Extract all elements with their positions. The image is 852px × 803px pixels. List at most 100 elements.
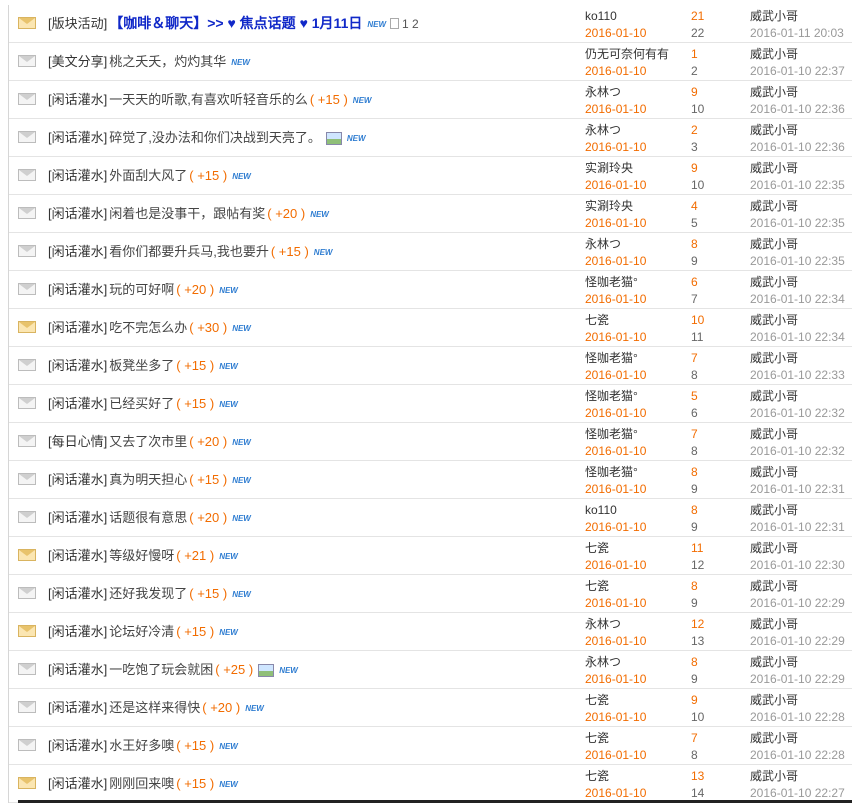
last-post-time[interactable]: 2016-01-10 22:29	[750, 595, 845, 611]
thread-category[interactable]: [闲话灌水]	[48, 472, 107, 487]
last-post-time[interactable]: 2016-01-10 22:28	[750, 709, 845, 725]
thread-title-link[interactable]: 桃之夭夭，灼灼其华	[109, 54, 226, 69]
thread-title-link[interactable]: 吃不完怎么办	[109, 320, 187, 335]
last-post-time[interactable]: 2016-01-10 22:27	[750, 785, 845, 801]
thread-title-link[interactable]: 玩的可好啊	[109, 282, 174, 297]
author-name[interactable]: 七瓷	[585, 578, 646, 594]
last-post-time[interactable]: 2016-01-10 22:31	[750, 481, 845, 497]
reply-count[interactable]: 2	[691, 122, 698, 138]
thread-title-link[interactable]: 看你们都要升兵马,我也要升	[109, 244, 269, 259]
reply-count[interactable]: 10	[691, 312, 704, 328]
last-post-time[interactable]: 2016-01-10 22:32	[750, 405, 845, 421]
thread-title-link[interactable]: 已经买好了	[109, 396, 174, 411]
last-post-time[interactable]: 2016-01-10 22:35	[750, 177, 845, 193]
thread-title-link[interactable]: 碎觉了,没办法和你们决战到天亮了。	[109, 130, 321, 145]
reply-count[interactable]: 13	[691, 768, 704, 784]
reply-count[interactable]: 21	[691, 8, 704, 24]
reply-count[interactable]: 7	[691, 730, 698, 746]
author-name[interactable]: 永林つ	[585, 236, 646, 252]
reply-count[interactable]: 1	[691, 46, 698, 62]
thread-title-link[interactable]: 等级好慢呀	[109, 548, 174, 563]
thread-title-link[interactable]: 还是这样来得快	[109, 700, 200, 715]
thread-title-link[interactable]: 刚刚回来噢	[109, 776, 174, 791]
author-name[interactable]: 实涮玲央	[585, 198, 646, 214]
reply-count[interactable]: 9	[691, 692, 704, 708]
author-name[interactable]: 七瓷	[585, 692, 646, 708]
thread-title-link[interactable]: 又去了次市里	[109, 434, 187, 449]
thread-category[interactable]: [闲话灌水]	[48, 130, 107, 145]
last-post-time[interactable]: 2016-01-10 22:37	[750, 63, 845, 79]
reply-count[interactable]: 6	[691, 274, 698, 290]
author-name[interactable]: 怪咖老猫°	[585, 350, 646, 366]
author-name[interactable]: 永林つ	[585, 654, 646, 670]
last-poster-name[interactable]: 威武小哥	[750, 160, 845, 176]
last-post-time[interactable]: 2016-01-10 22:35	[750, 215, 845, 231]
thread-category[interactable]: [闲话灌水]	[48, 776, 107, 791]
thread-category[interactable]: [版块活动]	[48, 16, 107, 31]
thread-category[interactable]: [闲话灌水]	[48, 206, 107, 221]
thread-title-link[interactable]: 外面刮大风了	[109, 168, 187, 183]
last-poster-name[interactable]: 威武小哥	[750, 426, 845, 442]
thread-title-link[interactable]: 闲着也是没事干，跟帖有奖	[109, 206, 265, 221]
last-post-time[interactable]: 2016-01-10 22:31	[750, 519, 845, 535]
reply-count[interactable]: 7	[691, 350, 698, 366]
thread-category[interactable]: [闲话灌水]	[48, 586, 107, 601]
thread-category[interactable]: [闲话灌水]	[48, 700, 107, 715]
author-name[interactable]: ko110	[585, 8, 646, 24]
reply-count[interactable]: 7	[691, 426, 698, 442]
author-name[interactable]: 怪咖老猫°	[585, 388, 646, 404]
author-name[interactable]: 永林つ	[585, 616, 646, 632]
last-post-time[interactable]: 2016-01-10 22:34	[750, 329, 845, 345]
last-poster-name[interactable]: 威武小哥	[750, 236, 845, 252]
reply-count[interactable]: 8	[691, 502, 698, 518]
thread-category[interactable]: [闲话灌水]	[48, 358, 107, 373]
thread-category[interactable]: [闲话灌水]	[48, 168, 107, 183]
thread-title-link[interactable]: 水王好多噢	[109, 738, 174, 753]
last-poster-name[interactable]: 威武小哥	[750, 350, 845, 366]
author-name[interactable]: 实涮玲央	[585, 160, 646, 176]
author-name[interactable]: 七瓷	[585, 540, 646, 556]
thread-category[interactable]: [闲话灌水]	[48, 624, 107, 639]
thread-title-link[interactable]: 一吃饱了玩会就困	[109, 662, 213, 677]
reply-count[interactable]: 8	[691, 654, 698, 670]
reply-count[interactable]: 12	[691, 616, 704, 632]
reply-count[interactable]: 8	[691, 464, 698, 480]
thread-category[interactable]: [闲话灌水]	[48, 282, 107, 297]
thread-category[interactable]: [闲话灌水]	[48, 738, 107, 753]
thread-title-link[interactable]: 话题很有意思	[109, 510, 187, 525]
thread-title-link[interactable]: 板凳坐多了	[109, 358, 174, 373]
last-poster-name[interactable]: 威武小哥	[750, 274, 845, 290]
last-poster-name[interactable]: 威武小哥	[750, 46, 845, 62]
last-post-time[interactable]: 2016-01-10 22:34	[750, 291, 845, 307]
reply-count[interactable]: 5	[691, 388, 698, 404]
thread-title-link[interactable]: 一天天的听歌,有喜欢听轻音乐的么	[109, 92, 308, 107]
thread-category[interactable]: [闲话灌水]	[48, 92, 107, 107]
author-name[interactable]: ko110	[585, 502, 646, 518]
thread-title-link[interactable]: 真为明天担心	[109, 472, 187, 487]
author-name[interactable]: 永林つ	[585, 84, 646, 100]
author-name[interactable]: 仍无可奈何有有	[585, 46, 669, 62]
thread-category[interactable]: [闲话灌水]	[48, 244, 107, 259]
thread-category[interactable]: [闲话灌水]	[48, 662, 107, 677]
last-poster-name[interactable]: 威武小哥	[750, 654, 845, 670]
last-poster-name[interactable]: 威武小哥	[750, 122, 845, 138]
page-links[interactable]: 1 2	[402, 17, 419, 31]
last-poster-name[interactable]: 威武小哥	[750, 312, 845, 328]
last-post-time[interactable]: 2016-01-10 22:30	[750, 557, 845, 573]
reply-count[interactable]: 8	[691, 236, 698, 252]
thread-title-link[interactable]: 【咖啡＆聊天】>> ♥ 焦点话题 ♥ 1月11日	[109, 15, 362, 31]
author-name[interactable]: 怪咖老猫°	[585, 426, 646, 442]
reply-count[interactable]: 4	[691, 198, 698, 214]
reply-count[interactable]: 8	[691, 578, 698, 594]
last-poster-name[interactable]: 威武小哥	[750, 692, 845, 708]
last-post-time[interactable]: 2016-01-10 22:36	[750, 139, 845, 155]
last-poster-name[interactable]: 威武小哥	[750, 730, 845, 746]
author-name[interactable]: 永林つ	[585, 122, 646, 138]
thread-category[interactable]: [闲话灌水]	[48, 396, 107, 411]
last-post-time[interactable]: 2016-01-10 22:36	[750, 101, 845, 117]
author-name[interactable]: 七瓷	[585, 768, 646, 784]
last-poster-name[interactable]: 威武小哥	[750, 578, 845, 594]
author-name[interactable]: 怪咖老猫°	[585, 464, 646, 480]
reply-count[interactable]: 11	[691, 540, 704, 556]
last-post-time[interactable]: 2016-01-10 22:33	[750, 367, 845, 383]
